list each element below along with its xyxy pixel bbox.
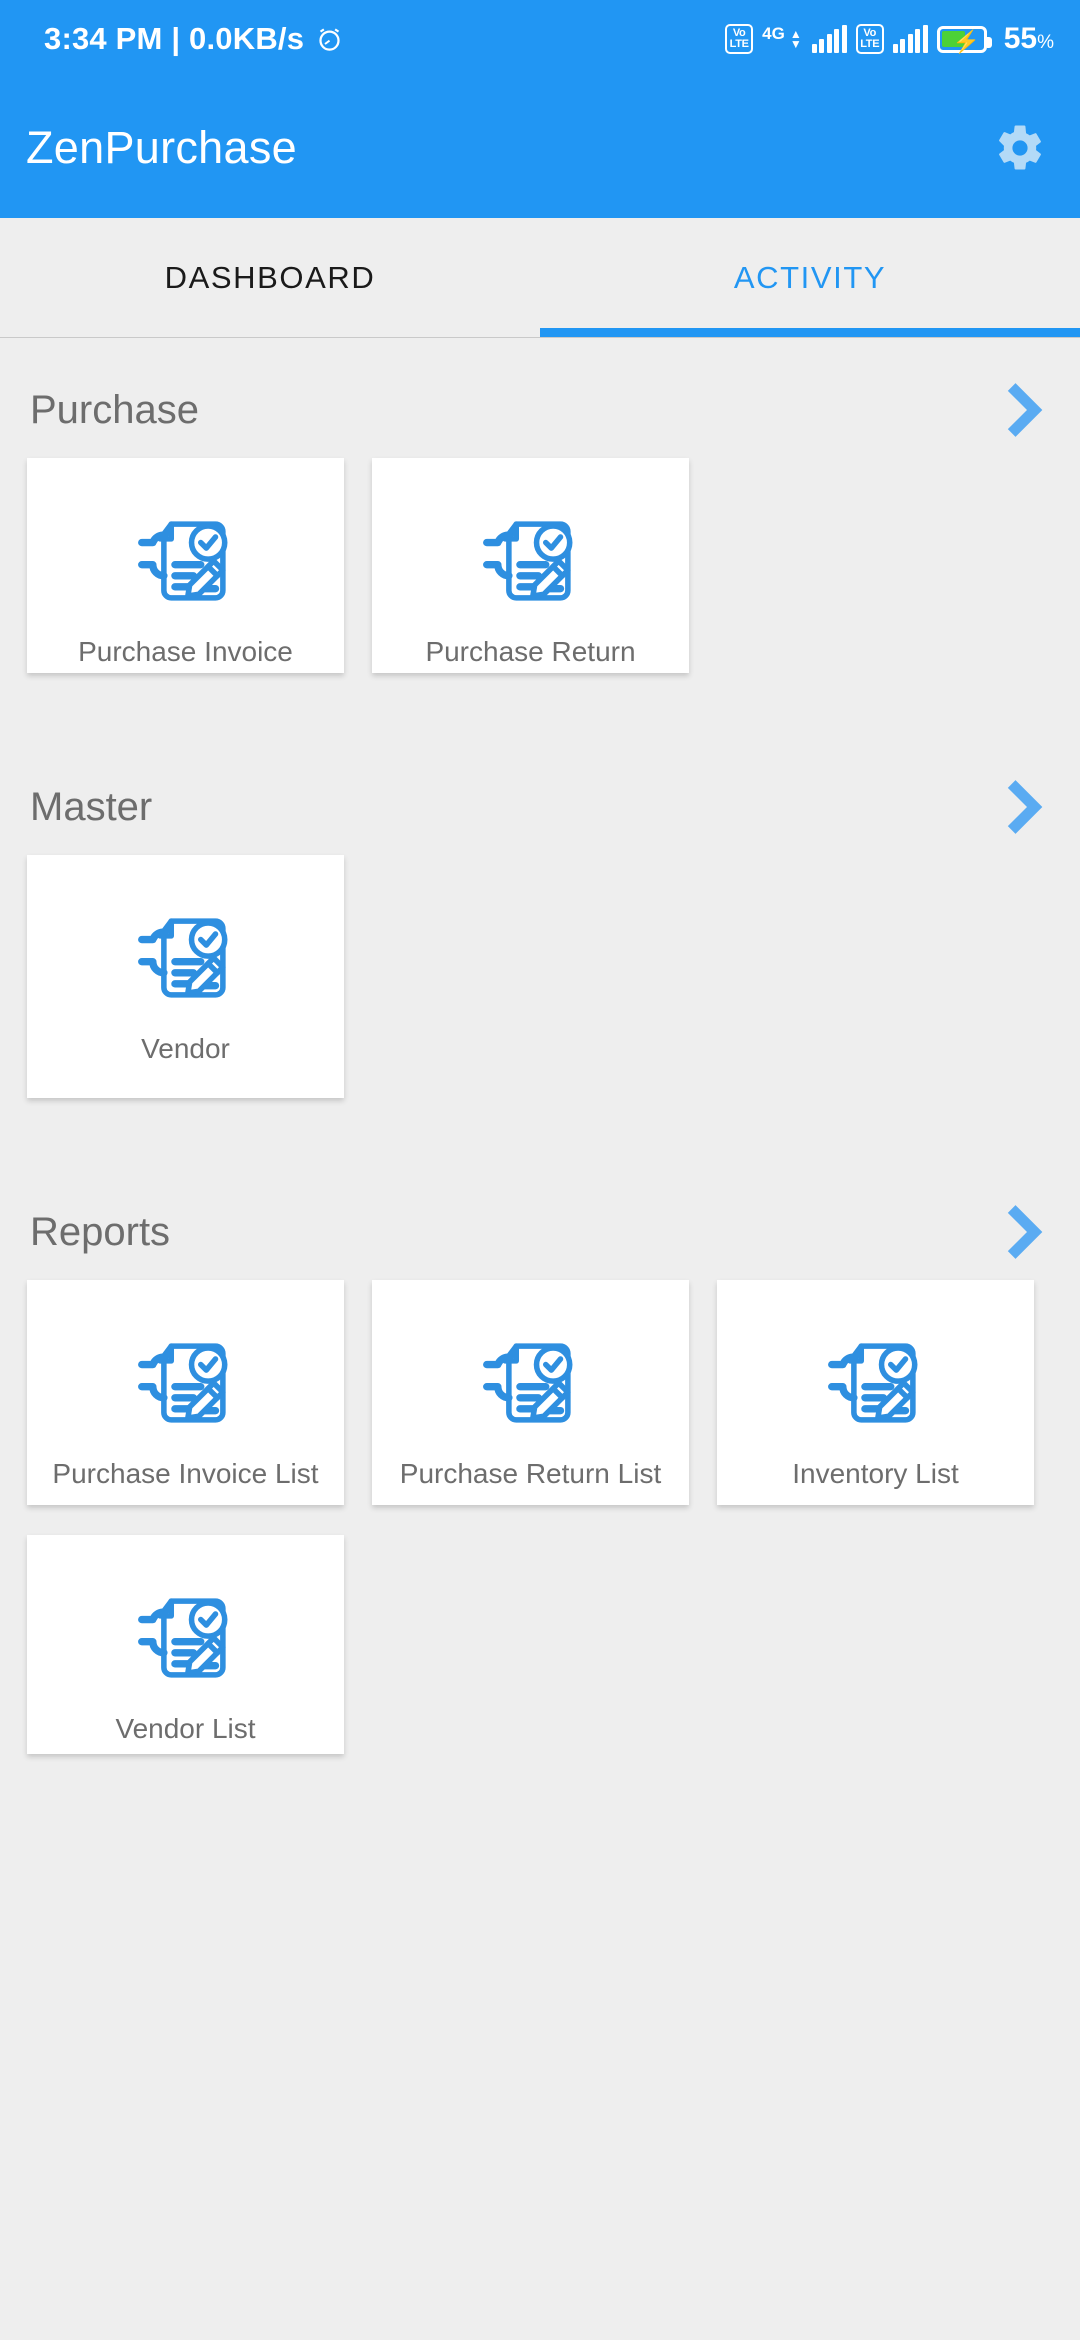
document-check-pen-icon (127, 899, 245, 1017)
signal-bars-icon-2 (892, 24, 928, 53)
card-row-purchase: Purchase Invoice Purchase Return (0, 458, 1080, 673)
tab-activity-label: ACTIVITY (733, 259, 887, 295)
battery-icon: ⚡ (936, 25, 992, 54)
activity-content: Purchase Purchase Invoice Purchase Retur… (0, 338, 1080, 2340)
card-row-reports: Purchase Invoice List Purchase Return Li… (0, 1280, 1080, 1505)
tab-dashboard-label: DASHBOARD (164, 259, 376, 295)
card-label: Purchase Return List (399, 1458, 662, 1489)
row-spacer (0, 1505, 1080, 1535)
card-label: Purchase Return (425, 636, 636, 667)
card-label: Vendor List (115, 1713, 256, 1744)
chevron-right-icon[interactable] (1004, 379, 1050, 441)
status-bar-right: Vo LTE 4G ▲ ▼ Vo LTE ⚡ 55% (725, 22, 1054, 56)
battery-percent-label: 55% (1004, 22, 1054, 56)
gear-icon[interactable] (994, 122, 1046, 174)
status-bar-left: 3:34 PM | 0.0KB/s (44, 21, 343, 57)
tab-dashboard[interactable]: DASHBOARD (0, 218, 540, 337)
card-vendor[interactable]: Vendor (27, 855, 344, 1098)
section-header-reports: Reports (0, 1184, 1080, 1280)
document-check-pen-icon (127, 1324, 245, 1442)
card-purchase-return[interactable]: Purchase Return (372, 458, 689, 673)
chevron-right-icon[interactable] (1004, 1201, 1050, 1263)
card-inventory-list[interactable]: Inventory List (717, 1280, 1034, 1505)
section-reports: Reports Purchase Invoice List Purchase R… (0, 1184, 1080, 1754)
document-check-pen-icon (472, 502, 590, 620)
app-bar: ZenPurchase (0, 78, 1080, 218)
status-bar: 3:34 PM | 0.0KB/s Vo LTE 4G ▲ ▼ Vo LTE ⚡ … (0, 0, 1080, 78)
section-header-master: Master (0, 759, 1080, 855)
section-title-reports: Reports (30, 1209, 171, 1254)
app-title: ZenPurchase (26, 122, 297, 173)
tab-bar: DASHBOARD ACTIVITY (0, 218, 1080, 338)
card-vendor-list[interactable]: Vendor List (27, 1535, 344, 1754)
card-purchase-invoice[interactable]: Purchase Invoice (27, 458, 344, 673)
tab-activity[interactable]: ACTIVITY (540, 218, 1080, 337)
document-check-pen-icon (817, 1324, 935, 1442)
card-row-master: Vendor (0, 855, 1080, 1098)
network-type-label: 4G (762, 24, 785, 43)
data-transfer-icon: ▲ ▼ (789, 27, 802, 51)
battery-percent-value: 55 (1003, 22, 1038, 55)
percent-symbol: % (1037, 32, 1054, 53)
chevron-right-icon[interactable] (1004, 776, 1050, 838)
document-check-pen-icon (472, 1324, 590, 1442)
active-tab-indicator (540, 328, 1080, 337)
section-purchase: Purchase Purchase Invoice Purchase Retur… (0, 362, 1080, 673)
card-label: Inventory List (792, 1458, 959, 1489)
volte2-lte-label: LTE (860, 38, 880, 50)
section-master: Master Vendor (0, 759, 1080, 1098)
alarm-icon (316, 26, 343, 53)
section-header-purchase: Purchase (0, 362, 1080, 458)
volte-lte-label: LTE (729, 38, 749, 50)
card-row-reports-2: Vendor List (0, 1535, 1080, 1754)
volte-icon-1: Vo LTE (725, 24, 754, 54)
card-label: Purchase Invoice (78, 636, 293, 667)
volte-icon-2: Vo LTE (855, 24, 884, 54)
card-label: Purchase Invoice List (52, 1458, 319, 1489)
card-purchase-invoice-list[interactable]: Purchase Invoice List (27, 1280, 344, 1505)
section-title-purchase: Purchase (30, 387, 199, 432)
document-check-pen-icon (127, 502, 245, 620)
signal-bars-icon-1 (811, 24, 847, 53)
card-purchase-return-list[interactable]: Purchase Return List (372, 1280, 689, 1505)
card-label: Vendor (141, 1033, 230, 1064)
document-check-pen-icon (127, 1579, 245, 1697)
status-time-and-speed: 3:34 PM | 0.0KB/s (44, 21, 305, 56)
section-title-master: Master (30, 784, 153, 829)
